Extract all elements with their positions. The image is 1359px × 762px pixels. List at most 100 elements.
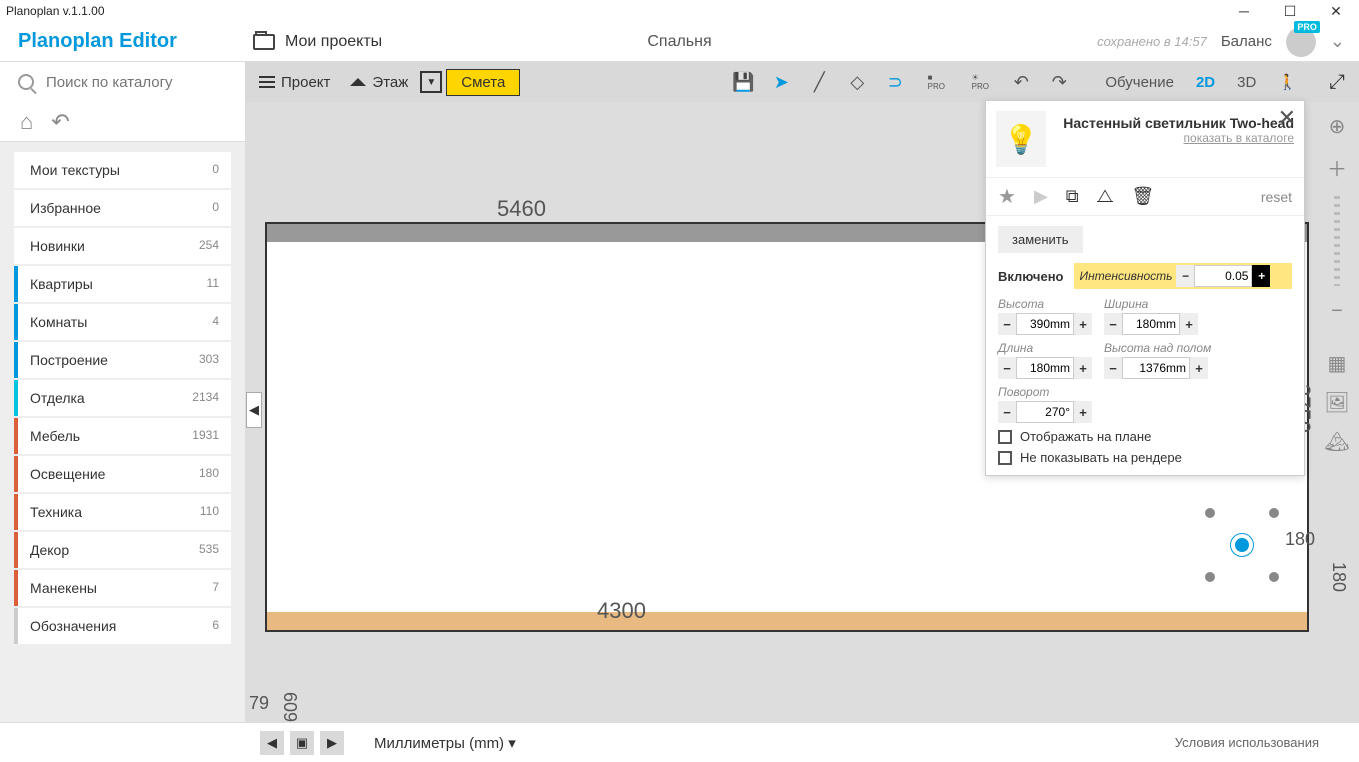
- 3d-tab[interactable]: 3D: [1237, 74, 1256, 91]
- show-in-catalog-link[interactable]: показать в каталоге: [1056, 131, 1294, 145]
- reset-button[interactable]: reset: [1261, 189, 1292, 205]
- history-button[interactable]: ▣: [290, 731, 314, 755]
- object-title: Настенный светильник Two-head: [1056, 111, 1294, 131]
- height-inc[interactable]: +: [1074, 313, 1092, 335]
- star-icon[interactable]: ★: [998, 184, 1016, 209]
- zoom-slider[interactable]: [1334, 196, 1340, 286]
- walk-icon[interactable]: 🚶: [1278, 73, 1297, 91]
- balance-link[interactable]: Баланс: [1221, 33, 1272, 50]
- my-projects-label: Мои проекты: [285, 33, 382, 51]
- width-input[interactable]: [1122, 313, 1180, 335]
- catalog-search-input[interactable]: [46, 74, 245, 91]
- back-icon[interactable]: ↶: [51, 109, 69, 135]
- above-dec[interactable]: −: [1104, 357, 1122, 379]
- search-icon: [18, 74, 34, 90]
- estimate-button[interactable]: Смета: [446, 69, 520, 96]
- dim-small2: 180: [1328, 562, 1349, 592]
- window-close[interactable]: ✕: [1313, 0, 1359, 22]
- redo-icon[interactable]: ↷: [1049, 72, 1069, 92]
- saved-time: сохранено в 14:57: [1097, 34, 1207, 49]
- intensity-label: Интенсивность: [1080, 269, 1173, 283]
- category-item[interactable]: Техника110: [14, 494, 231, 530]
- play-icon[interactable]: ▶: [1034, 186, 1048, 207]
- floor-dropdown[interactable]: ▼: [420, 71, 442, 93]
- category-item[interactable]: Квартиры11: [14, 266, 231, 302]
- prev-undo-button[interactable]: ◀: [260, 731, 284, 755]
- window-titlebar: Planoplan v.1.1.00 ─ ☐ ✕: [0, 0, 1359, 22]
- zoom-out-icon[interactable]: −: [1331, 300, 1343, 323]
- close-icon[interactable]: ✕: [1278, 105, 1296, 131]
- terms-link[interactable]: Условия использования: [1175, 735, 1359, 750]
- height-input[interactable]: [1016, 313, 1074, 335]
- user-avatar[interactable]: PRO: [1286, 27, 1316, 57]
- width-inc[interactable]: +: [1180, 313, 1198, 335]
- category-item[interactable]: Новинки254: [14, 228, 231, 264]
- object-thumbnail: 💡: [996, 111, 1046, 167]
- category-item[interactable]: Освещение180: [14, 456, 231, 492]
- dim-small1: 180: [1285, 529, 1315, 550]
- hide-on-render-checkbox[interactable]: Не показывать на рендере: [998, 450, 1292, 465]
- intensity-dec[interactable]: −: [1176, 265, 1194, 287]
- floor-menu[interactable]: Этаж: [342, 70, 416, 95]
- chevron-down-icon[interactable]: ⌄: [1330, 31, 1345, 52]
- copy-icon[interactable]: ⧉: [1066, 186, 1079, 207]
- rot-inc[interactable]: +: [1074, 401, 1092, 423]
- rotation-input[interactable]: [1016, 401, 1074, 423]
- fullscreen-icon[interactable]: ⤢: [1315, 71, 1359, 94]
- category-item[interactable]: Декор535: [14, 532, 231, 568]
- collapse-sidebar-handle[interactable]: ◀: [246, 392, 262, 428]
- rot-dec[interactable]: −: [998, 401, 1016, 423]
- my-projects-link[interactable]: Мои проекты: [245, 33, 382, 51]
- project-menu[interactable]: Проект: [251, 70, 338, 95]
- above-inc[interactable]: +: [1190, 357, 1208, 379]
- category-item[interactable]: Мебель1931: [14, 418, 231, 454]
- app-logo[interactable]: Planoplan Editor: [0, 30, 245, 53]
- hamburger-icon: [259, 81, 275, 83]
- width-dec[interactable]: −: [1104, 313, 1122, 335]
- grid-icon[interactable]: ▦: [1328, 351, 1347, 376]
- length-dec[interactable]: −: [998, 357, 1016, 379]
- target-icon[interactable]: ⊕: [1329, 114, 1346, 139]
- selected-object-gizmo[interactable]: [1207, 510, 1277, 580]
- replace-button[interactable]: заменить: [998, 226, 1083, 253]
- category-item[interactable]: Мои текстуры0: [14, 152, 231, 188]
- category-item[interactable]: Отделка2134: [14, 380, 231, 416]
- camera-pro-icon[interactable]: ■PRO: [923, 72, 949, 92]
- dim-bottom: 4300: [597, 598, 646, 624]
- category-item[interactable]: Избранное0: [14, 190, 231, 226]
- image-icon[interactable]: 🖼: [1324, 390, 1349, 415]
- trash-icon[interactable]: 🗑: [1131, 186, 1154, 207]
- window-maximize[interactable]: ☐: [1267, 0, 1313, 22]
- height-dec[interactable]: −: [998, 313, 1016, 335]
- save-icon[interactable]: 💾: [733, 72, 753, 92]
- eraser-icon[interactable]: ◇: [847, 72, 867, 92]
- window-minimize[interactable]: ─: [1221, 0, 1267, 22]
- mirror-icon[interactable]: ⧍: [1097, 186, 1114, 207]
- render-icon[interactable]: 🏔: [1324, 429, 1349, 454]
- line-icon[interactable]: ╱: [809, 72, 829, 92]
- room-name: Спальня: [647, 33, 711, 51]
- dim-left2: 609: [279, 692, 300, 722]
- training-tab[interactable]: Обучение: [1105, 74, 1174, 91]
- category-item[interactable]: Комнаты4: [14, 304, 231, 340]
- sun-pro-icon[interactable]: ☀PRO: [967, 72, 993, 92]
- length-input[interactable]: [1016, 357, 1074, 379]
- units-selector[interactable]: Миллиметры (mm) ▾: [344, 734, 516, 752]
- above-floor-input[interactable]: [1122, 357, 1190, 379]
- catalog-sidebar: ⌂ ↶ Мои текстуры0Избранное0Новинки254Ква…: [0, 102, 245, 722]
- home-icon[interactable]: ⌂: [20, 109, 33, 135]
- length-inc[interactable]: +: [1074, 357, 1092, 379]
- category-item[interactable]: Обозначения6: [14, 608, 231, 644]
- cursor-icon[interactable]: ➤: [771, 72, 791, 92]
- category-item[interactable]: Манекены7: [14, 570, 231, 606]
- intensity-input[interactable]: [1194, 265, 1252, 287]
- intensity-inc[interactable]: +: [1252, 265, 1270, 287]
- undo-icon[interactable]: ↶: [1011, 72, 1031, 92]
- zoom-in-icon[interactable]: ＋: [1327, 153, 1347, 182]
- show-on-plan-checkbox[interactable]: Отображать на плане: [998, 429, 1292, 444]
- magnet-icon[interactable]: ⊃: [885, 72, 905, 92]
- dim-left1: 79: [249, 693, 269, 714]
- category-item[interactable]: Построение303: [14, 342, 231, 378]
- next-redo-button[interactable]: ▶: [320, 731, 344, 755]
- 2d-tab[interactable]: 2D: [1196, 74, 1215, 91]
